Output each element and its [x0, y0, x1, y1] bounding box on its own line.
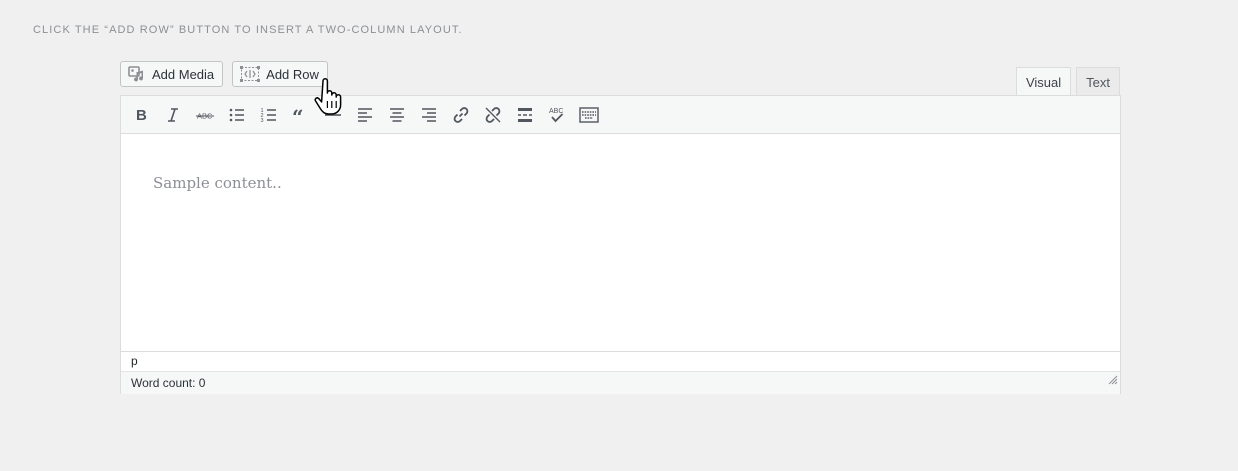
align-center-icon[interactable] [381, 100, 413, 130]
read-more-icon[interactable] [509, 100, 541, 130]
status-bar: Word count: 0 [121, 372, 1120, 394]
editor-placeholder: Sample content.. [153, 174, 282, 192]
add-media-button[interactable]: Add Media [120, 61, 224, 87]
add-media-label: Add Media [152, 66, 215, 82]
add-row-label: Add Row [266, 66, 319, 82]
numbered-list-icon[interactable]: 123 [253, 100, 285, 130]
editor-toolbar: B ABC 123 “ ABC [121, 96, 1120, 134]
svg-text:“: “ [292, 105, 304, 125]
instruction-text: Click the “Add Row” button to insert a t… [33, 24, 463, 36]
tab-visual[interactable]: Visual [1015, 67, 1072, 96]
svg-text:B: B [136, 107, 147, 124]
add-row-icon [240, 66, 261, 82]
bullet-list-icon[interactable] [221, 100, 253, 130]
hand-cursor-icon [314, 78, 348, 121]
resize-handle-icon[interactable] [1108, 370, 1118, 392]
element-path[interactable]: p [121, 351, 1120, 372]
unlink-icon[interactable] [477, 100, 509, 130]
align-left-icon[interactable] [349, 100, 381, 130]
blockquote-icon[interactable]: “ [285, 100, 317, 130]
word-count: Word count: 0 [131, 376, 206, 390]
editor-tabs: Visual Text [1015, 67, 1120, 96]
editor-content-area[interactable]: Sample content.. [121, 134, 1120, 351]
bold-icon[interactable]: B [125, 100, 157, 130]
align-right-icon[interactable] [413, 100, 445, 130]
tab-text[interactable]: Text [1076, 67, 1120, 96]
link-icon[interactable] [445, 100, 477, 130]
italic-icon[interactable] [157, 100, 189, 130]
toolbar-toggle-icon[interactable] [573, 100, 605, 130]
svg-text:ABC: ABC [549, 108, 563, 115]
strikethrough-icon[interactable]: ABC [189, 100, 221, 130]
spellcheck-icon[interactable]: ABC [541, 100, 573, 130]
editor: B ABC 123 “ ABC Sample content.. p Word … [120, 95, 1121, 394]
add-media-icon [128, 66, 146, 82]
media-buttons: Add Media Add Row [120, 61, 328, 87]
svg-text:3: 3 [261, 118, 264, 124]
